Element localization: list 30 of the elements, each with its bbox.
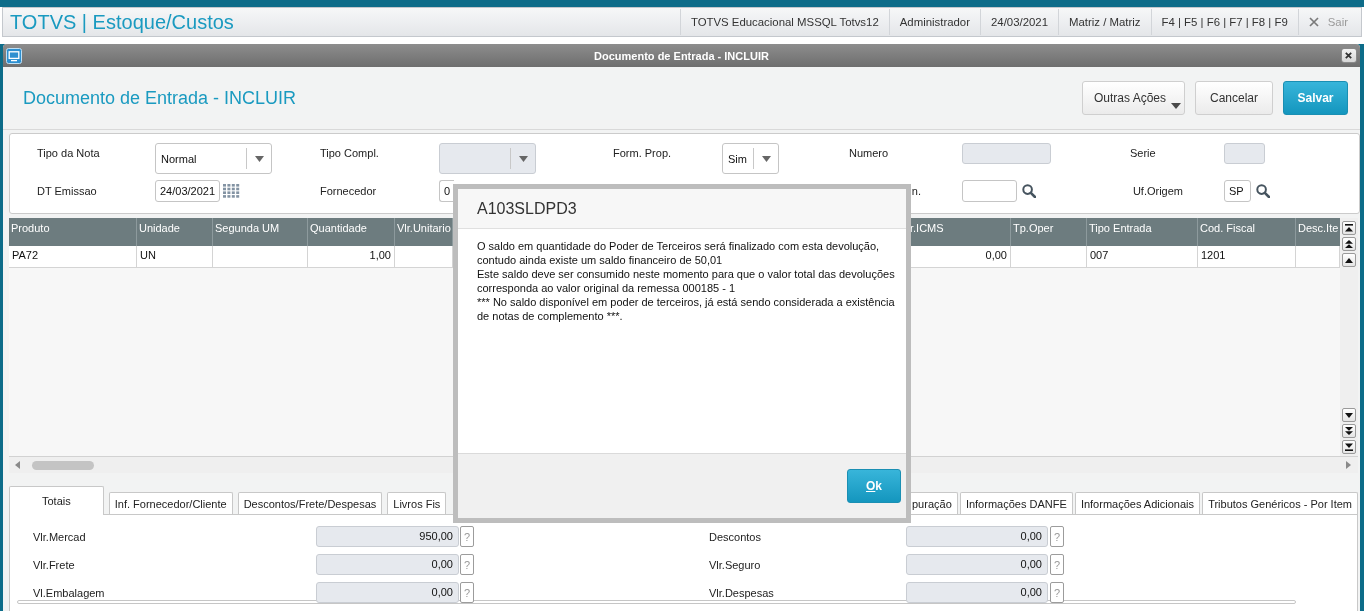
dialog-title: A103SLDPD3 [477,199,577,218]
field-label: Serie [1130,146,1156,161]
field-label: Fornecedor [320,184,377,199]
page-heading: Documento de Entrada - INCLUIR [23,87,297,109]
field-label: Tipo Compl. [320,146,379,161]
table-cell: PA72 [9,246,137,267]
table-cell: 007 [1087,246,1198,267]
table-cell: 1201 [1198,246,1296,267]
field-label: n. [911,184,921,199]
field-label: Numero [849,146,889,161]
table-cell: UN [137,246,213,267]
header-info: Administrador [899,16,970,28]
window-title: Documento de Entrada - INCLUIR [594,49,769,62]
field-label: Form. Prop. [613,146,672,161]
header-info: 24/03/2021 [991,16,1048,28]
field-label: Vlr.Frete [33,558,75,571]
field-label: Descontos [709,530,761,543]
field-label: Vlr.Mercad [33,530,86,543]
header-info: TOTVS Educacional MSSQL Totvs12 [690,16,879,28]
field-label: Vlr.Seguro [709,558,761,571]
app-title: TOTVS | Estoque/Custos [10,10,234,34]
dialog-message: O saldo em quantidade do Poder de Terceiros será finalizado com esta devolução, contudo ainda existe um saldo financeiro de 50,01 Este saldo deve ser consumido neste momento para que o valor total das devoluções corresponda ao valor original da remessa 000185 - 1 *** No saldo disponível em poder de terceiros, já está sendo considerada a existência de notas de complemento ***. [477,239,896,323]
field-label: DT Emissao [37,184,97,199]
field-label: Vlr.Despesas [709,586,774,599]
field-label: Tipo da Nota [37,146,100,161]
field-label: Uf.Origem [1132,184,1183,199]
header-info: Matriz / Matriz [1069,16,1141,28]
field-label: Vl.Embalagem [33,586,105,599]
table-cell: 1,00 [308,246,395,267]
header-info: F4 | F5 | F6 | F7 | F8 | F9 [1161,16,1288,28]
